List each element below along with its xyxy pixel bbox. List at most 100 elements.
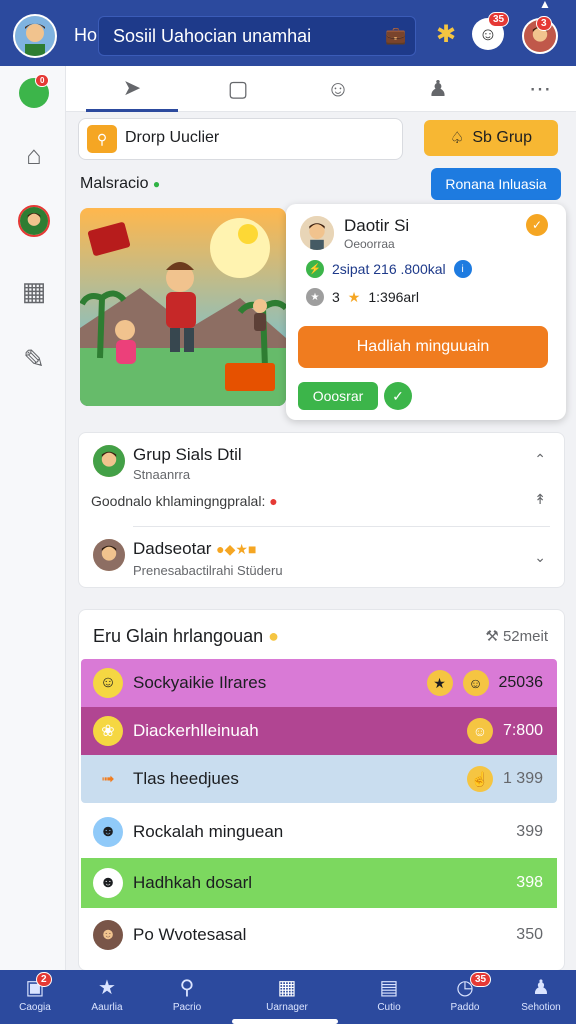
popup-primary-button[interactable]: Hadliah minguuain [298,326,548,368]
row-right: ☺ 7:800 [466,718,543,744]
coin-icon: ☺ [466,718,493,744]
nav-label: Paddo [450,1002,480,1013]
row-value: 1 399 [502,770,543,787]
nav-badge: 2 [36,972,52,987]
nav-item[interactable]: ◷ Paddo 35 [430,970,500,1024]
profile-avatar[interactable] [13,14,57,58]
leaderboard-row[interactable]: ☻ Hadhkah dosarl 398 [81,858,557,908]
smile-icon: ☺ [326,76,350,101]
tab-messages[interactable]: ▢ [192,66,284,112]
message-icon: ▢ [227,76,249,101]
row-value: 398 [516,874,543,891]
group-description-text: Goodnalo khlamingngpralal: [91,493,266,509]
tab-people[interactable]: ♟ [392,66,484,112]
row-right: 398 [516,874,543,892]
section-label: Malsracio ● [80,175,160,193]
group-button[interactable]: ♤ Sb Grup [424,120,558,156]
search-input[interactable] [113,26,373,47]
leaderboard-row[interactable]: ➟ Tlas heedjues ☝ 1 399 [81,755,557,803]
emoji-icon: ● [269,493,278,509]
notification-badge: 35 [488,12,510,27]
user-avatar: ☻ [93,920,123,950]
smile-icon[interactable]: ☺ 35 [472,12,510,50]
leaderboard-row[interactable]: ☻ Po Wvotesasal 350 [81,910,557,960]
popup-stat-1: ⚡ 2sipat 216 .800kal i [306,260,472,278]
group-search[interactable]: ⚲ [78,118,403,160]
popup-name: Daotir Si [344,216,410,235]
nav-label: Sehotion [521,1002,561,1013]
people-icon: ♟ [428,76,448,101]
lock-icon: ♤ [450,130,465,147]
chevron-down-icon[interactable]: ⌄ [534,549,546,566]
left-rail: 0 ⌂ ▦ ✎ [0,66,66,970]
section-label-text: Malsracio [80,175,149,192]
leaderboard-row[interactable]: ❀ Diackerhlleinuah ☺ 7:800 [81,707,557,755]
tab-more[interactable]: ⋯ [494,66,576,112]
trophy-icon: ● [268,626,280,646]
reward-icons: ●◆★■ [216,541,257,557]
user-avatar: ☻ [93,868,123,898]
member-title: Dadseotar ●◆★■ [133,539,256,559]
leaderboard-card: Eru Glain hrlangouan ● ⚒ 52meit ☺ Sockya… [78,609,565,971]
pin-icon[interactable]: ↟ [534,491,546,508]
row-name: Rockalah minguean [133,822,284,841]
home-indicator[interactable] [232,1019,338,1024]
chevron-up-icon[interactable]: ⌃ [534,451,546,468]
user-avatar: ☻ [93,817,123,847]
group-description: Goodnalo khlamingngpralal: ● [91,493,278,509]
member-avatar[interactable] [91,537,127,573]
messenger-icon[interactable]: 0 [17,74,51,110]
member-title-text: Dadseotar [133,539,212,558]
group-search-input[interactable] [125,129,385,147]
avatar-badge: 3 [536,16,552,31]
nav-item[interactable]: ▣ Caogia 2 [0,970,70,1024]
game-popup: Daotir Si Oeoorraa ✓ ⚡ 2sipat 216 .800ka… [286,204,566,420]
row-name: Po Wvotesasal [133,925,247,944]
nav-label: Uarnager [266,1002,308,1013]
calendar-icon: ▤ [379,977,399,999]
leaderboard-title-text: Eru Glain hrlangouan [93,626,264,646]
leaderboard-meta-text: 52meit [502,628,548,645]
home-icon[interactable]: ⌂ [17,138,51,172]
verified-icon: ● [152,177,161,191]
tab-reactions[interactable]: ☺ [292,66,384,112]
section-action-button[interactable]: Ronana Inluasia [431,168,561,200]
game-artwork[interactable] [80,208,286,406]
energy-icon: ⚡ [306,260,324,278]
search-icon: ⚲ [87,125,117,153]
stat-2-count: 3 [332,289,340,305]
confirm-icon[interactable]: ✓ [384,382,412,410]
nav-label: Aaurlia [91,1002,123,1013]
popup-secondary-button[interactable]: Ooosrar [298,382,378,410]
bag-icon[interactable]: 💼 [385,26,406,46]
marketplace-icon[interactable]: ▦ [17,274,51,308]
popup-stat-2: ★ 3 ★ 1:396arl [306,288,419,306]
person-icon: ♟ [532,977,550,999]
profile-icon[interactable] [17,204,51,238]
row-right: ★ ☺ 25036 [426,670,543,696]
smile-icon: ☺ [93,668,123,698]
row-name: Sockyaikie Ilrares [133,673,267,692]
bottom-nav: ▣ Caogia 2 ★ Aaurlia ⚲ Pacrio ▦ Uarnager… [0,970,576,1024]
tab-send[interactable]: ➤ [86,66,178,112]
info-icon: i [453,260,472,278]
nav-item[interactable]: ♟ Sehotion [506,970,576,1024]
wifi-icon: ▲ [539,0,551,11]
gaming-icon[interactable]: ✎ [17,342,51,376]
leaderboard-row[interactable]: ☻ Rockalah minguean 399 [81,807,557,857]
popup-avatar[interactable] [298,214,336,252]
group-button-label: Sb Grup [472,129,532,146]
nav-item[interactable]: ▤ Cutio [354,970,424,1024]
nav-item[interactable]: ⚲ Pacrio [152,970,222,1024]
row-right: 399 [516,823,543,841]
nav-item[interactable]: ▦ Uarnager [252,970,322,1024]
puzzle-icon[interactable]: ✱ [430,18,462,50]
wrench-icon: ⚒ [485,628,499,645]
row-name: Diackerhlleinuah [133,721,259,740]
nav-item[interactable]: ★ Aaurlia [72,970,142,1024]
search-bar[interactable]: 💼 [98,16,416,56]
group-avatar[interactable] [91,443,127,479]
leaderboard-row[interactable]: ☺ Sockyaikie Ilrares ★ ☺ 25036 [81,659,557,707]
row-value: 399 [516,823,543,840]
top-bar: Ho 💼 ✱ ☺ 35 3 ▲ [0,0,576,66]
